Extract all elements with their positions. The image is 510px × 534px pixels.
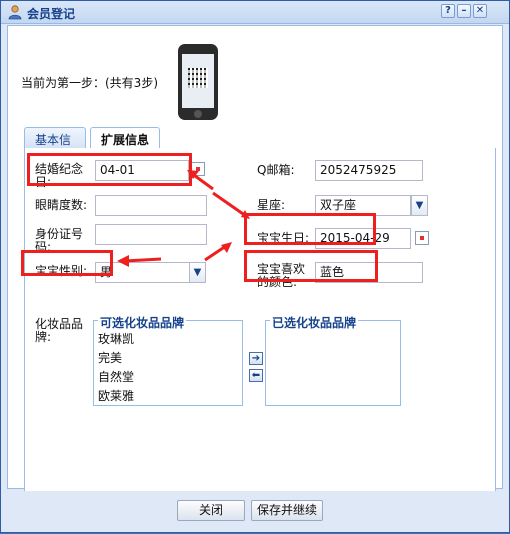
arrow-line	[204, 244, 227, 262]
arrow-line	[212, 191, 247, 218]
arrow-line	[124, 257, 162, 263]
close-button[interactable]: 关闭	[177, 500, 245, 521]
save-continue-button[interactable]: 保存并继续	[251, 500, 323, 521]
arrowhead	[117, 255, 129, 267]
member-registration-window: 会员登记 ? – ✕ 当前为第一步：(共有3步) 基本信息 扩展信息 结婚纪念日…	[0, 0, 510, 533]
annotation-arrows	[117, 170, 250, 267]
footer-toolbar: 关闭 保存并继续	[1, 491, 509, 531]
